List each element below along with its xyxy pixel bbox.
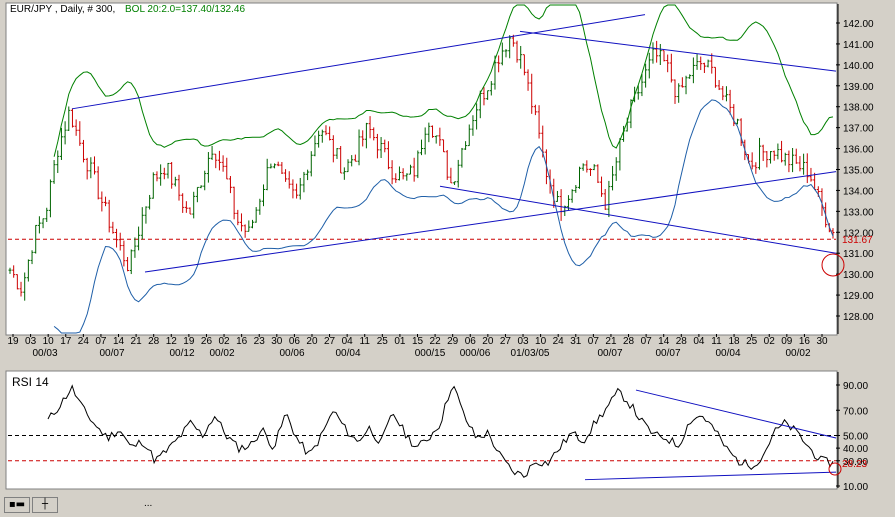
x-tick-label: 11 bbox=[360, 336, 371, 347]
x-tick-label: 16 bbox=[799, 336, 811, 347]
y-tick-label: 130.00 bbox=[843, 270, 874, 281]
x-period-label: 000/15 bbox=[415, 348, 446, 359]
window-icon: ▪▬ bbox=[8, 499, 26, 510]
y-tick-label: 141.00 bbox=[843, 40, 874, 51]
x-tick-label: 06 bbox=[289, 336, 301, 347]
x-tick-label: 10 bbox=[535, 336, 547, 347]
x-tick-label: 04 bbox=[693, 336, 705, 347]
x-tick-label: 25 bbox=[746, 336, 758, 347]
x-tick-label: 01 bbox=[394, 336, 406, 347]
price-panel bbox=[5, 2, 838, 336]
x-tick-label: 09 bbox=[781, 336, 793, 347]
x-tick-label: 02 bbox=[218, 336, 230, 347]
x-tick-label: 04 bbox=[342, 336, 354, 347]
x-period-label: 00/03 bbox=[32, 348, 57, 359]
rsi-title: RSI 14 bbox=[12, 375, 49, 389]
y-tick-label: 135.00 bbox=[843, 166, 874, 177]
window-button[interactable]: ▪▬ bbox=[4, 497, 30, 513]
x-tick-label: 24 bbox=[78, 336, 90, 347]
x-tick-label: 07 bbox=[588, 336, 600, 347]
x-tick-label: 20 bbox=[306, 336, 318, 347]
crosshair-button[interactable]: ┼ bbox=[32, 497, 58, 513]
x-period-label: 00/12 bbox=[169, 348, 194, 359]
x-tick-label: 28 bbox=[623, 336, 635, 347]
y-tick-label: 138.00 bbox=[843, 103, 874, 114]
x-period-label: 00/07 bbox=[597, 348, 622, 359]
x-tick-label: 16 bbox=[236, 336, 248, 347]
rsi-y-tick-label: 40.00 bbox=[843, 444, 868, 455]
x-tick-label: 21 bbox=[131, 336, 143, 347]
rsi-current-label: 28.23 bbox=[842, 459, 867, 470]
x-tick-label: 31 bbox=[570, 336, 582, 347]
x-tick-label: 06 bbox=[465, 336, 477, 347]
x-tick-label: 26 bbox=[201, 336, 213, 347]
x-tick-label: 19 bbox=[183, 336, 195, 347]
x-tick-label: 20 bbox=[482, 336, 494, 347]
y-tick-label: 129.00 bbox=[843, 291, 874, 302]
x-tick-label: 02 bbox=[764, 336, 776, 347]
x-period-label: 00/06 bbox=[279, 348, 304, 359]
x-tick-label: 24 bbox=[553, 336, 565, 347]
x-tick-label: 19 bbox=[7, 336, 19, 347]
x-period-label: 00/04 bbox=[335, 348, 360, 359]
rsi-y-tick-label: 10.00 bbox=[843, 482, 868, 493]
rsi-y-tick-label: 50.00 bbox=[843, 432, 868, 443]
x-period-label: 01/03/05 bbox=[511, 348, 550, 359]
x-tick-label: 25 bbox=[377, 336, 389, 347]
x-tick-label: 14 bbox=[113, 336, 125, 347]
x-tick-label: 28 bbox=[676, 336, 688, 347]
x-period-label: 00/04 bbox=[715, 348, 740, 359]
x-tick-label: 28 bbox=[148, 336, 160, 347]
y-tick-label: 139.00 bbox=[843, 82, 874, 93]
status-dots: ... bbox=[144, 498, 153, 509]
x-period-label: 00/07 bbox=[99, 348, 124, 359]
x-period-label: 00/02 bbox=[209, 348, 234, 359]
x-tick-label: 07 bbox=[95, 336, 107, 347]
rsi-y-tick-label: 70.00 bbox=[843, 406, 868, 417]
y-tick-label: 131.00 bbox=[843, 249, 874, 260]
x-tick-label: 03 bbox=[25, 336, 37, 347]
x-tick-label: 30 bbox=[271, 336, 283, 347]
x-tick-label: 03 bbox=[517, 336, 529, 347]
x-tick-label: 17 bbox=[60, 336, 72, 347]
x-tick-label: 30 bbox=[816, 336, 828, 347]
x-tick-label: 15 bbox=[412, 336, 424, 347]
x-tick-label: 21 bbox=[605, 336, 617, 347]
x-tick-label: 14 bbox=[658, 336, 670, 347]
bollinger-legend: BOL 20:2.0=137.40/132.46 bbox=[125, 4, 245, 15]
chart-canvas: EUR/JPY , Daily, # 300, BOL 20:2.0=137.4… bbox=[5, 2, 874, 493]
x-tick-label: 11 bbox=[711, 336, 722, 347]
x-tick-label: 22 bbox=[430, 336, 442, 347]
y-tick-label: 140.00 bbox=[843, 61, 874, 72]
crosshair-icon: ┼ bbox=[41, 499, 49, 510]
y-tick-label: 136.00 bbox=[843, 145, 874, 156]
x-tick-label: 23 bbox=[254, 336, 266, 347]
y-tick-label: 128.00 bbox=[843, 312, 874, 323]
status-bar: ... bbox=[140, 497, 890, 513]
rsi-y-tick-label: 90.00 bbox=[843, 381, 868, 392]
x-period-label: 00/02 bbox=[785, 348, 810, 359]
y-tick-label: 142.00 bbox=[843, 19, 874, 30]
y-tick-label: 134.00 bbox=[843, 186, 874, 197]
rsi-panel bbox=[5, 370, 838, 490]
x-period-label: 00/07 bbox=[655, 348, 680, 359]
x-tick-label: 29 bbox=[447, 336, 459, 347]
y-tick-label: 133.00 bbox=[843, 207, 874, 218]
reference-label: 131.67 bbox=[842, 235, 873, 246]
chart-title: EUR/JPY , Daily, # 300, bbox=[10, 4, 115, 15]
x-tick-label: 27 bbox=[500, 336, 512, 347]
x-tick-label: 12 bbox=[166, 336, 178, 347]
x-period-label: 000/06 bbox=[460, 348, 491, 359]
x-tick-label: 18 bbox=[729, 336, 741, 347]
x-tick-label: 07 bbox=[641, 336, 653, 347]
x-tick-label: 10 bbox=[43, 336, 55, 347]
y-tick-label: 137.00 bbox=[843, 124, 874, 135]
x-tick-label: 27 bbox=[324, 336, 336, 347]
